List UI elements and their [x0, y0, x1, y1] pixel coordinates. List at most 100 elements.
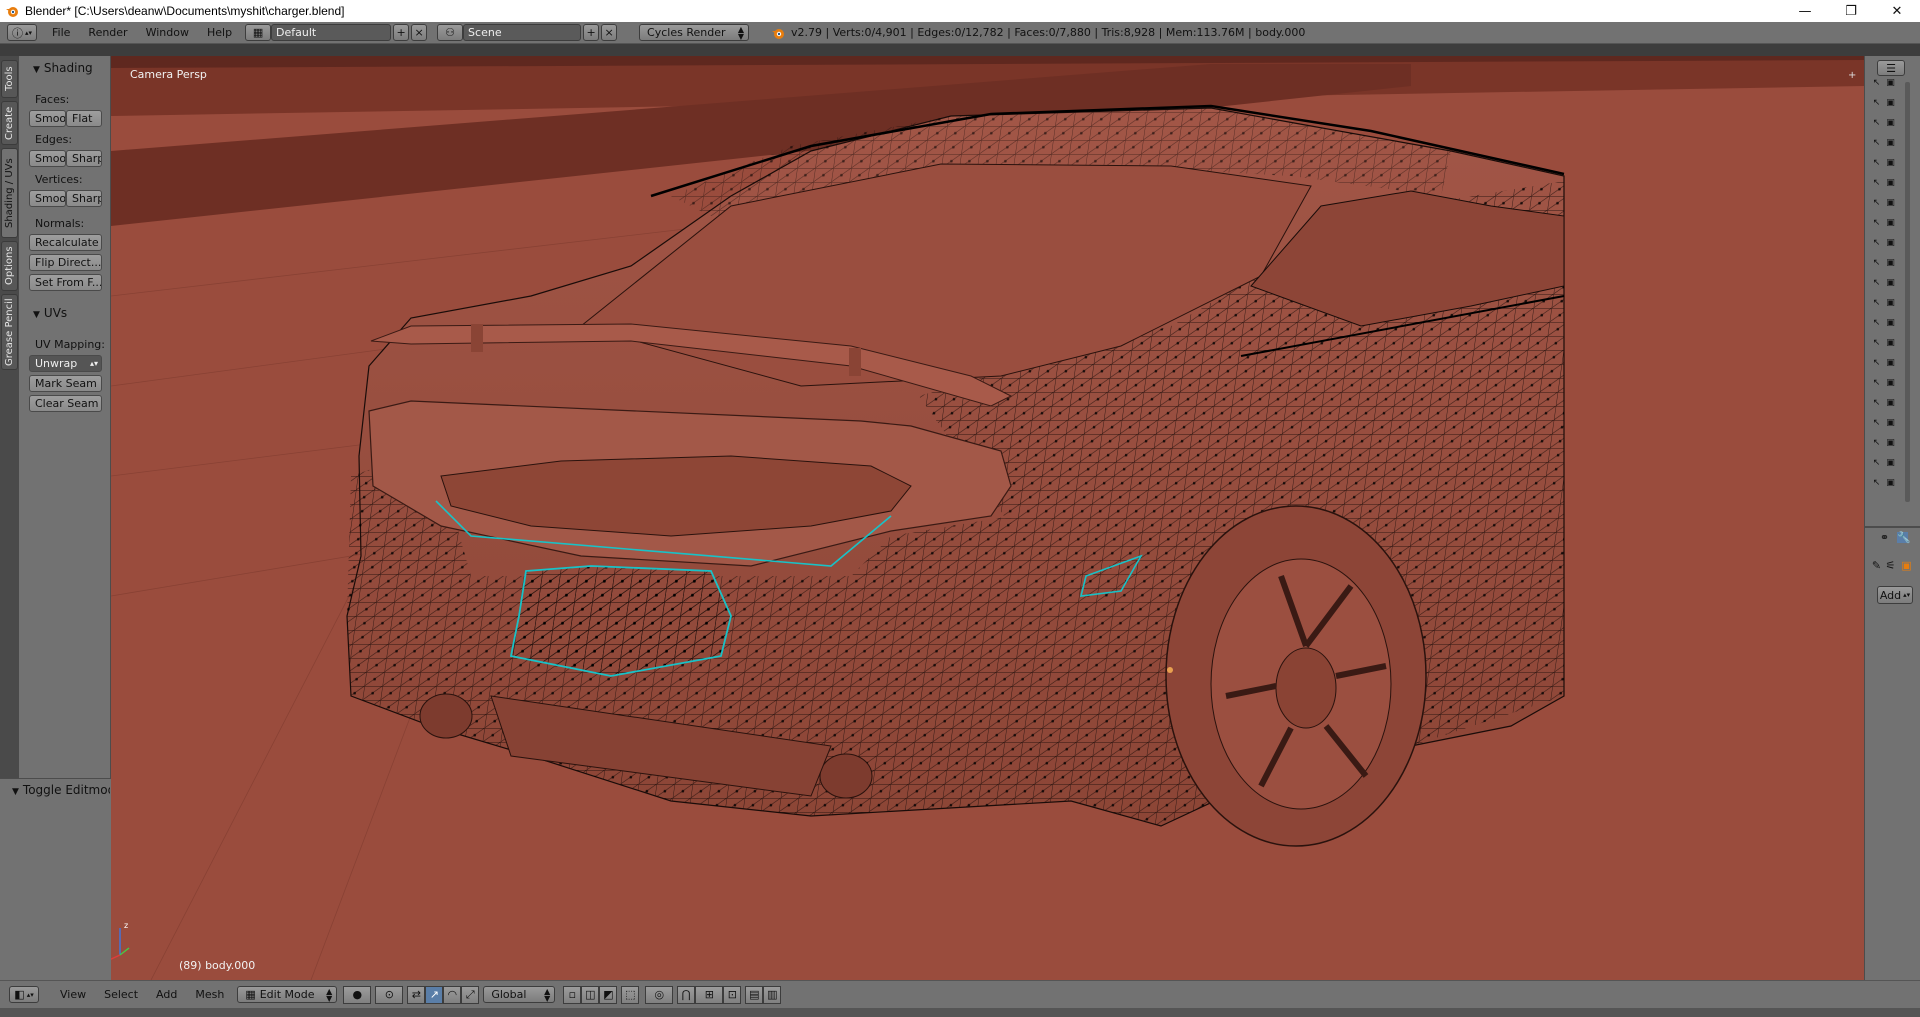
- menu-help[interactable]: Help: [198, 26, 241, 39]
- menu-view[interactable]: View: [51, 988, 95, 1001]
- cursor-icon[interactable]: ↖: [1871, 178, 1882, 189]
- menu-add[interactable]: Add: [147, 988, 186, 1001]
- vertex-select-mode[interactable]: ▫: [563, 985, 582, 1004]
- mode-select[interactable]: ▦ Edit Mode ▲ ▼: [237, 986, 338, 1003]
- proportional-editing-button[interactable]: ◎: [645, 985, 674, 1004]
- snap-element-button[interactable]: ⊞: [695, 985, 724, 1004]
- render-icon[interactable]: ▣: [1885, 198, 1896, 209]
- cursor-icon[interactable]: ↖: [1871, 338, 1882, 349]
- operator-panel-header[interactable]: ▼Toggle Editmode: [12, 783, 110, 797]
- add-scene-button[interactable]: +: [583, 24, 600, 41]
- minimize-button[interactable]: —: [1782, 0, 1828, 22]
- faces-flat-button[interactable]: Flat: [66, 110, 102, 127]
- render-icon[interactable]: ▣: [1885, 418, 1896, 429]
- vertices-smooth-button[interactable]: Smoo: [29, 190, 66, 207]
- render-icon[interactable]: ▣: [1885, 218, 1896, 229]
- limit-to-visible-toggle[interactable]: ⬚: [621, 985, 640, 1004]
- object-cube-icon[interactable]: ▣: [1901, 560, 1912, 571]
- tab-grease-pencil[interactable]: Grease Pencil: [1, 294, 18, 370]
- render-icon[interactable]: ▣: [1885, 338, 1896, 349]
- face-select-mode[interactable]: ◩: [599, 985, 618, 1004]
- shading-panel-header[interactable]: ▼ Shading: [33, 61, 93, 75]
- outliner-scrollbar[interactable]: [1905, 82, 1910, 502]
- render-icon[interactable]: ▣: [1885, 358, 1896, 369]
- plus-icon[interactable]: +: [1848, 70, 1858, 81]
- render-icon[interactable]: ▣: [1885, 478, 1896, 489]
- cursor-icon[interactable]: ↖: [1871, 458, 1882, 469]
- screen-layout-icon-button[interactable]: ▦: [245, 24, 272, 41]
- cursor-icon[interactable]: ↖: [1871, 118, 1882, 129]
- cursor-icon[interactable]: ↖: [1871, 438, 1882, 449]
- tab-shading-uvs[interactable]: Shading / UVs: [1, 148, 18, 238]
- cursor-icon[interactable]: ↖: [1871, 78, 1882, 89]
- link-icon[interactable]: ⚭: [1879, 532, 1890, 543]
- faces-smooth-button[interactable]: Smoo: [29, 110, 66, 127]
- render-icon[interactable]: ▣: [1885, 278, 1896, 289]
- menu-file[interactable]: File: [43, 26, 79, 39]
- edges-smooth-button[interactable]: Smoo: [29, 150, 66, 167]
- cursor-icon[interactable]: ↖: [1871, 278, 1882, 289]
- mark-seam-button[interactable]: Mark Seam: [29, 375, 102, 392]
- translate-manipulator[interactable]: ↗: [425, 985, 444, 1004]
- flip-direction-button[interactable]: Flip Direct...: [29, 254, 102, 271]
- render-icon[interactable]: ▣: [1885, 158, 1896, 169]
- pin-icon[interactable]: ✎: [1871, 560, 1882, 571]
- render-icon[interactable]: ▣: [1885, 118, 1896, 129]
- render-icon[interactable]: ▣: [1885, 458, 1896, 469]
- render-icon[interactable]: ▣: [1885, 78, 1896, 89]
- editor-type-list-button[interactable]: ☰: [1877, 60, 1905, 76]
- scene-field[interactable]: Scene: [463, 24, 582, 41]
- cursor-icon[interactable]: ↖: [1871, 238, 1882, 249]
- wrench-icon[interactable]: 🔧: [1897, 532, 1911, 543]
- render-engine-select[interactable]: Cycles Render ▲ ▼: [639, 24, 750, 41]
- cursor-icon[interactable]: ↖: [1871, 478, 1882, 489]
- cursor-icon[interactable]: ↖: [1871, 98, 1882, 109]
- menu-select[interactable]: Select: [95, 988, 147, 1001]
- snap-target-button[interactable]: ⊡: [723, 985, 742, 1004]
- cursor-icon[interactable]: ↖: [1871, 198, 1882, 209]
- tab-create[interactable]: Create: [1, 101, 18, 145]
- mesh-data-icon[interactable]: ⚟: [1885, 560, 1896, 571]
- edges-sharp-button[interactable]: Sharp: [66, 150, 102, 167]
- set-from-faces-button[interactable]: Set From F...: [29, 274, 102, 291]
- cursor-icon[interactable]: ↖: [1871, 418, 1882, 429]
- render-icon[interactable]: ▣: [1885, 178, 1896, 189]
- render-icon[interactable]: ▣: [1885, 138, 1896, 149]
- render-icon[interactable]: ▣: [1885, 298, 1896, 309]
- render-icon[interactable]: ▣: [1885, 258, 1896, 269]
- uvs-panel-header[interactable]: ▼ UVs: [33, 306, 67, 320]
- edge-select-mode[interactable]: ◫: [581, 985, 600, 1004]
- tab-tools[interactable]: Tools: [1, 60, 18, 98]
- cursor-icon[interactable]: ↖: [1871, 298, 1882, 309]
- cursor-icon[interactable]: ↖: [1871, 398, 1882, 409]
- menu-render[interactable]: Render: [79, 26, 136, 39]
- vertices-sharp-button[interactable]: Sharp: [66, 190, 102, 207]
- cursor-icon[interactable]: ↖: [1871, 358, 1882, 369]
- menu-window[interactable]: Window: [137, 26, 198, 39]
- delete-layout-button[interactable]: ×: [411, 24, 428, 41]
- cursor-icon[interactable]: ↖: [1871, 218, 1882, 229]
- orientation-select[interactable]: Global ▲ ▼: [483, 986, 556, 1003]
- cursor-icon[interactable]: ↖: [1871, 138, 1882, 149]
- add-modifier-button[interactable]: Add ▴▾: [1877, 586, 1913, 604]
- snap-toggle[interactable]: ⋂: [677, 985, 696, 1004]
- render-icon[interactable]: ▣: [1885, 98, 1896, 109]
- render-icon[interactable]: ▣: [1885, 318, 1896, 329]
- 3d-viewport[interactable]: z Camera Persp (89) body.000 +: [111, 56, 1864, 980]
- opengl-render-button[interactable]: ▤: [745, 985, 764, 1004]
- manipulator-toggle[interactable]: ⇄: [407, 985, 426, 1004]
- scale-manipulator[interactable]: ⤢: [461, 985, 480, 1004]
- cursor-icon[interactable]: ↖: [1871, 258, 1882, 269]
- screen-layout-field[interactable]: Default: [271, 24, 392, 41]
- tab-options[interactable]: Options: [1, 241, 18, 291]
- render-icon[interactable]: ▣: [1885, 378, 1896, 389]
- cursor-icon[interactable]: ↖: [1871, 158, 1882, 169]
- cursor-icon[interactable]: ↖: [1871, 318, 1882, 329]
- rotate-manipulator[interactable]: ◠: [443, 985, 462, 1004]
- viewport-shading-button[interactable]: ●: [343, 985, 372, 1004]
- editor-type-button[interactable]: ◧ ▴▾: [9, 986, 39, 1003]
- delete-scene-button[interactable]: ×: [601, 24, 618, 41]
- close-button[interactable]: ✕: [1874, 0, 1920, 22]
- render-icon[interactable]: ▣: [1885, 438, 1896, 449]
- menu-mesh[interactable]: Mesh: [186, 988, 233, 1001]
